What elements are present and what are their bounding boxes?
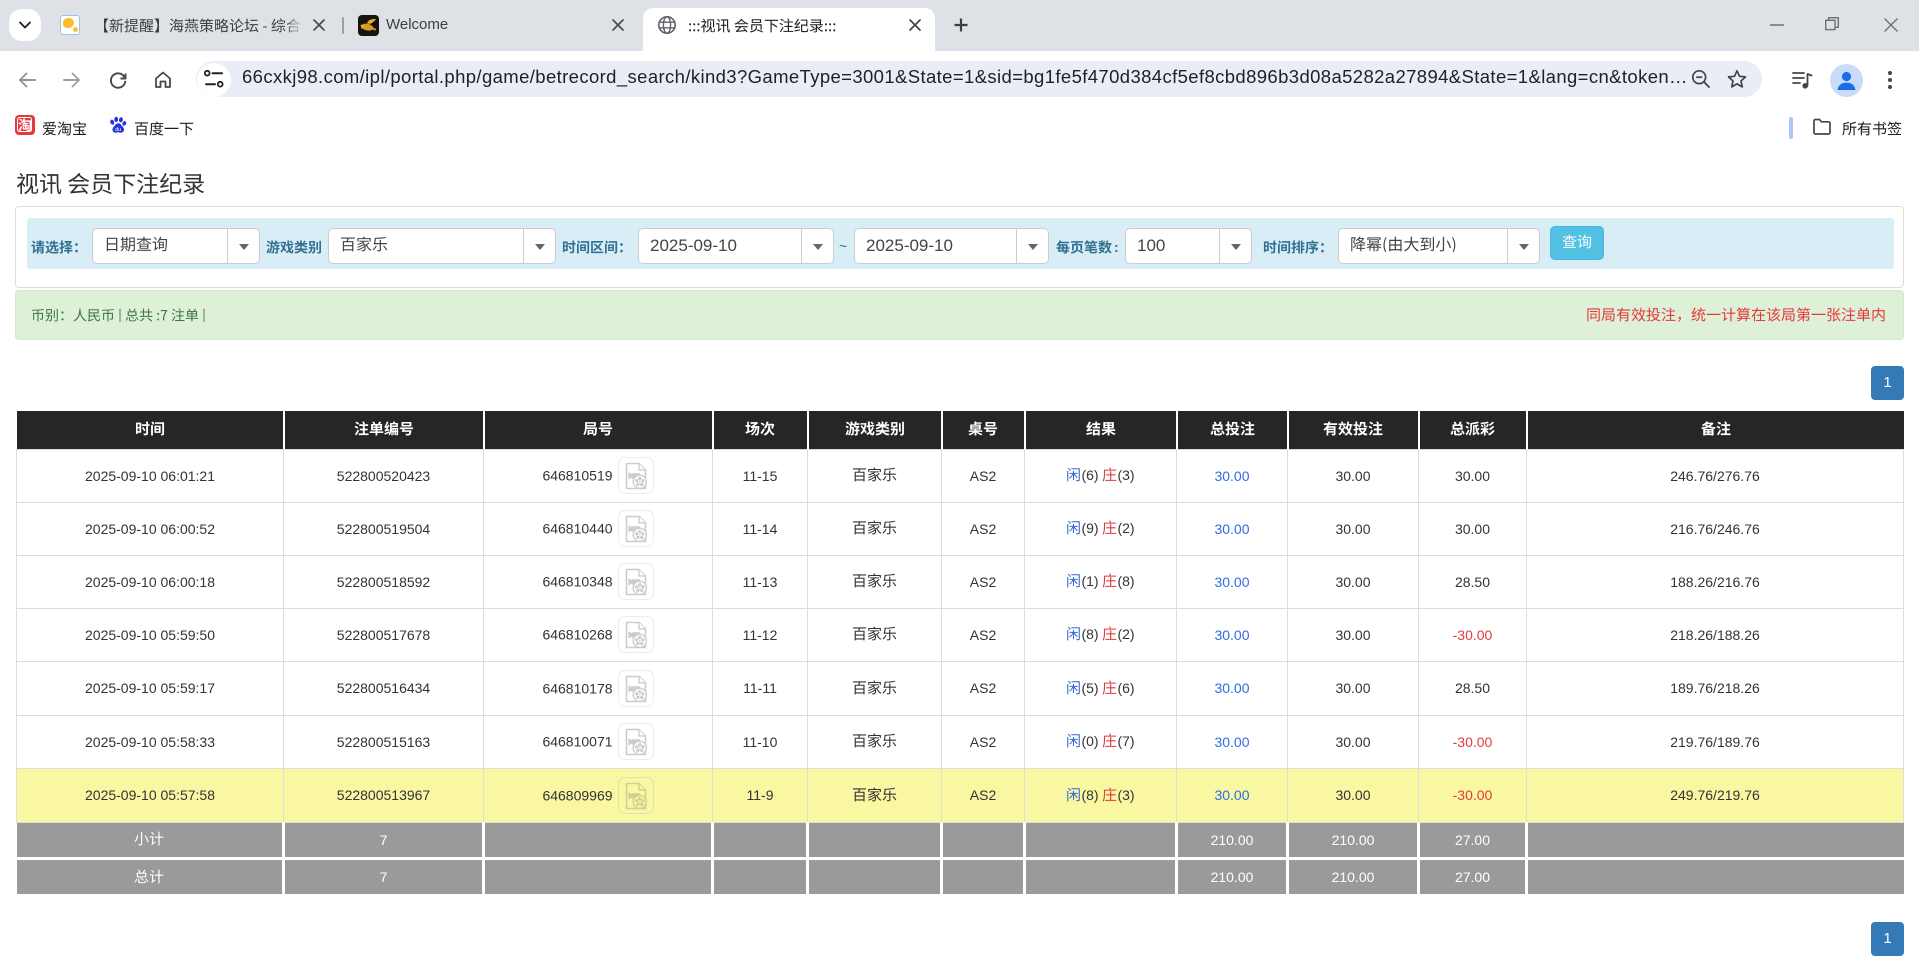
svg-text:du: du [115,127,121,133]
